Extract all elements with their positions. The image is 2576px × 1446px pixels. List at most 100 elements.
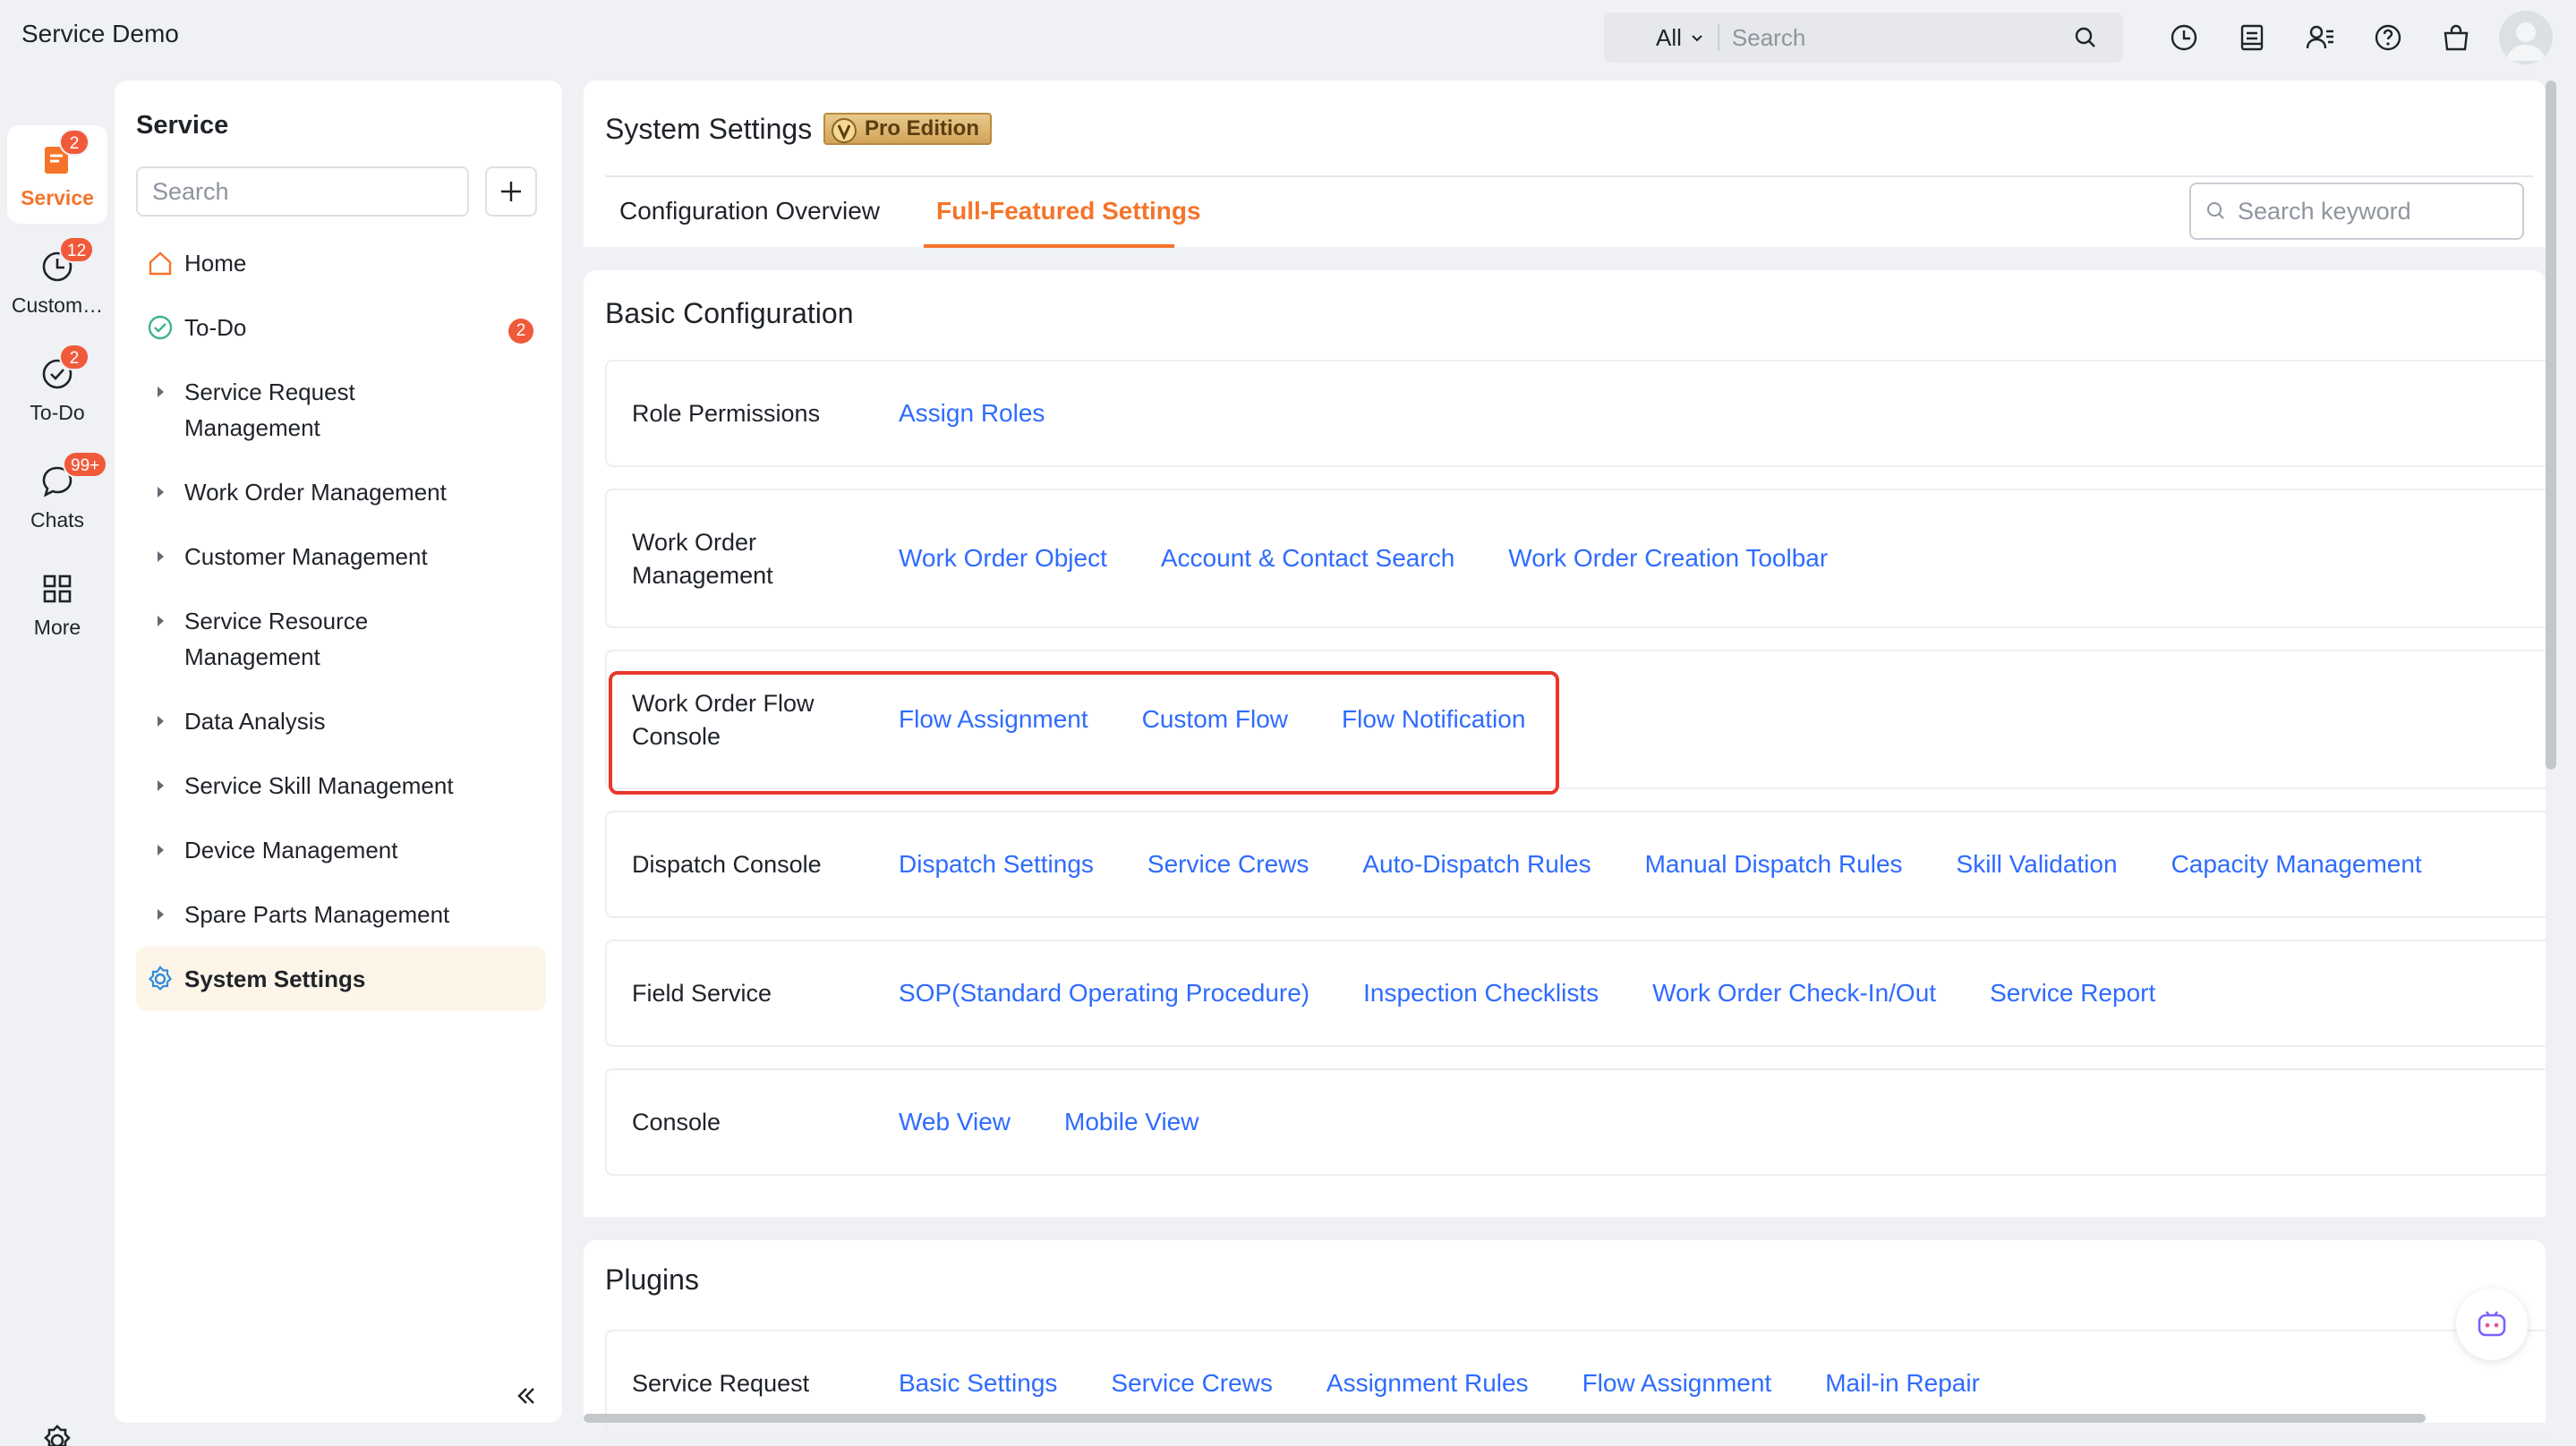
nav-item-customer[interactable]: Customer Management — [136, 539, 546, 574]
rail-badge-service: 2 — [59, 129, 90, 156]
plus-icon — [501, 182, 521, 201]
link-dispatch-settings[interactable]: Dispatch Settings — [899, 850, 1094, 879]
nav-item-label: Work Order Management — [184, 479, 447, 506]
top-bar: Service Demo All — [0, 0, 2576, 75]
link-mail-in-repair[interactable]: Mail-in Repair — [1825, 1369, 1980, 1398]
assistant-bot-button[interactable] — [2456, 1289, 2528, 1360]
rail-badge-chats: 99+ — [63, 451, 108, 478]
rail-label-customers: Custom… — [11, 293, 104, 317]
section-title: Basic Configuration — [605, 297, 854, 329]
link-web-view[interactable]: Web View — [899, 1108, 1011, 1136]
nav-item-label: Spare Parts Management — [184, 901, 450, 928]
search-divider — [1717, 24, 1719, 51]
row-label: Console — [632, 1109, 721, 1136]
keyword-search[interactable] — [2189, 183, 2555, 240]
search-scope-label: All — [1656, 23, 1682, 51]
rail-label-todo: To-Do — [30, 401, 85, 424]
home-icon — [136, 245, 184, 281]
nav-title: Service — [136, 111, 229, 140]
keyword-search-input[interactable] — [2238, 197, 2555, 225]
vip-icon — [831, 117, 857, 144]
nav-item-label: Customer Management — [184, 543, 428, 570]
collapse-sidebar-icon[interactable] — [510, 1380, 542, 1412]
notes-icon[interactable] — [2234, 20, 2270, 55]
link-manual-dispatch-rules[interactable]: Manual Dispatch Rules — [1645, 850, 1903, 879]
row-links: Assign Roles — [899, 362, 1098, 465]
nav-item-service-request[interactable]: Service Request Management — [136, 374, 494, 446]
section-title: Plugins — [605, 1263, 699, 1296]
config-row-console: Console Web View Mobile View — [605, 1068, 2546, 1176]
link-work-order-object[interactable]: Work Order Object — [899, 544, 1107, 573]
store-icon[interactable] — [2438, 20, 2474, 55]
settings-header: System Settings Pro Edition Configuratio… — [584, 81, 2555, 248]
nav-search[interactable] — [136, 166, 469, 217]
global-search-input[interactable] — [1731, 23, 2068, 52]
todo-count-badge: 2 — [508, 319, 533, 344]
link-service-report[interactable]: Service Report — [1990, 979, 2155, 1008]
nav-item-skill[interactable]: Service Skill Management — [136, 768, 546, 804]
row-links: Dispatch Settings Service Crews Auto-Dis… — [899, 812, 2476, 916]
nav-item-data-analysis[interactable]: Data Analysis — [136, 703, 546, 739]
link-service-crews[interactable]: Service Crews — [1111, 1369, 1272, 1398]
nav-item-label: Service Skill Management — [184, 772, 454, 799]
link-sop[interactable]: SOP(Standard Operating Procedure) — [899, 979, 1309, 1008]
link-service-crews[interactable]: Service Crews — [1147, 850, 1309, 879]
help-icon[interactable] — [2370, 20, 2406, 55]
nav-item-device[interactable]: Device Management — [136, 832, 546, 868]
nav-item-service-resource[interactable]: Service Resource Management — [136, 603, 494, 675]
link-assign-roles[interactable]: Assign Roles — [899, 399, 1045, 428]
nav-item-home[interactable]: Home — [136, 245, 546, 281]
grid-icon — [39, 571, 75, 607]
user-avatar[interactable] — [2499, 11, 2553, 64]
chevron-down-icon — [1689, 30, 1705, 46]
nav-item-work-order[interactable]: Work Order Management — [136, 474, 546, 510]
link-auto-dispatch-rules[interactable]: Auto-Dispatch Rules — [1362, 850, 1591, 879]
contacts-icon[interactable] — [2302, 20, 2338, 55]
rail-item-service[interactable]: 2 Service — [7, 125, 107, 224]
caret-right-icon — [136, 897, 184, 932]
row-links: SOP(Standard Operating Procedure) Inspec… — [899, 941, 2209, 1045]
search-icon[interactable] — [2068, 20, 2103, 55]
link-work-order-creation-toolbar[interactable]: Work Order Creation Toolbar — [1508, 544, 1828, 573]
search-scope-select[interactable]: All — [1604, 24, 1705, 52]
tab-configuration-overview[interactable]: Configuration Overview — [619, 197, 880, 225]
nav-item-system-settings[interactable]: System Settings — [136, 947, 546, 1011]
vertical-scrollbar[interactable] — [2546, 81, 2556, 770]
link-mobile-view[interactable]: Mobile View — [1064, 1108, 1198, 1136]
history-icon[interactable] — [2166, 20, 2202, 55]
settings-gear-icon[interactable] — [39, 1423, 75, 1446]
link-flow-assignment[interactable]: Flow Assignment — [1582, 1369, 1772, 1398]
gear-icon — [136, 961, 184, 997]
caret-right-icon — [136, 603, 184, 639]
link-capacity-management[interactable]: Capacity Management — [2171, 850, 2422, 879]
chat-icon: 99+ — [39, 451, 108, 499]
nav-item-todo[interactable]: To-Do 2 — [136, 310, 546, 345]
config-row-field-service: Field Service SOP(Standard Operating Pro… — [605, 940, 2546, 1047]
active-tab-indicator — [924, 244, 1174, 248]
service-nav: Service Home To-Do 2 Service Request Man… — [115, 81, 562, 1423]
add-button[interactable] — [485, 166, 537, 217]
global-search[interactable]: All — [1604, 13, 2123, 63]
rail-item-todo[interactable]: 2 To-Do — [7, 340, 107, 438]
link-skill-validation[interactable]: Skill Validation — [1957, 850, 2118, 879]
link-assignment-rules[interactable]: Assignment Rules — [1326, 1369, 1529, 1398]
nav-item-spare-parts[interactable]: Spare Parts Management — [136, 897, 546, 932]
caret-right-icon — [136, 832, 184, 868]
link-work-order-check-in-out[interactable]: Work Order Check-In/Out — [1652, 979, 1936, 1008]
caret-right-icon — [136, 474, 184, 510]
link-account-contact-search[interactable]: Account & Contact Search — [1161, 544, 1454, 573]
tab-full-featured-settings[interactable]: Full-Featured Settings — [936, 197, 1201, 225]
link-inspection-checklists[interactable]: Inspection Checklists — [1363, 979, 1599, 1008]
nav-item-label: To-Do — [184, 314, 247, 341]
rail-label-chats: Chats — [30, 508, 85, 532]
config-row-dispatch-console: Dispatch Console Dispatch Settings Servi… — [605, 811, 2546, 918]
horizontal-scrollbar[interactable] — [584, 1414, 2426, 1423]
rail-item-more[interactable]: More — [7, 555, 107, 653]
nav-search-input[interactable] — [152, 177, 467, 206]
caret-right-icon — [136, 768, 184, 804]
row-label: Work Order Management — [632, 529, 773, 589]
rail-item-customers[interactable]: 12 Custom… — [7, 233, 107, 331]
rail-item-chats[interactable]: 99+ Chats — [7, 447, 108, 546]
search-icon — [2205, 200, 2227, 222]
link-basic-settings[interactable]: Basic Settings — [899, 1369, 1057, 1398]
